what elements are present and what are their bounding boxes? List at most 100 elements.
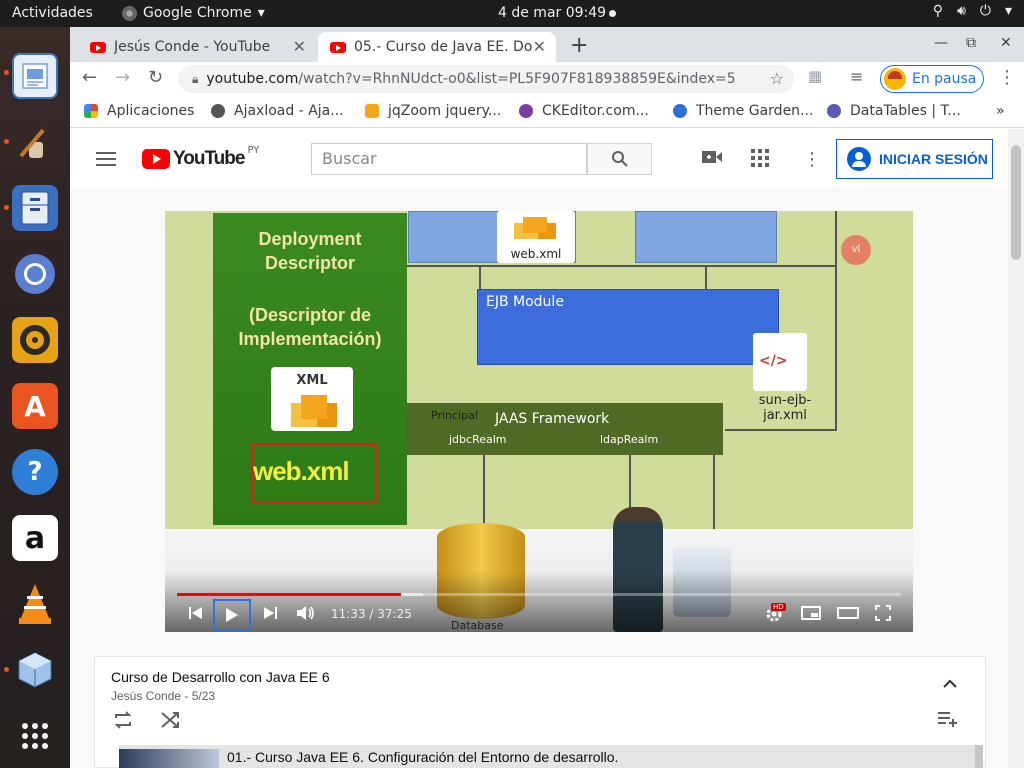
shuffle-icon[interactable] xyxy=(161,711,181,734)
theater-mode-icon[interactable] xyxy=(837,605,859,624)
close-icon[interactable]: ✕ xyxy=(533,37,546,56)
youtube-favicon-icon xyxy=(90,41,106,53)
search-input[interactable]: Buscar xyxy=(311,143,587,175)
running-indicator xyxy=(4,205,9,210)
minimize-button[interactable]: — xyxy=(934,35,948,51)
clock[interactable]: 4 de mar 09:49 xyxy=(498,5,617,21)
bookmark-theme-garden[interactable]: Theme Garden... xyxy=(673,103,813,119)
globe-icon xyxy=(211,104,225,118)
progress-bar[interactable] xyxy=(177,593,901,596)
bookmarks-bar: Aplicaciones Ajaxload - Aja... jqZoom jq… xyxy=(70,96,1024,128)
image-editor-icon[interactable] xyxy=(12,119,58,165)
chromium-icon[interactable] xyxy=(12,251,58,297)
system-top-bar: Actividades Google Chrome ▾ 4 de mar 09:… xyxy=(0,0,1024,27)
volume-icon[interactable] xyxy=(297,605,315,625)
previous-icon[interactable] xyxy=(189,605,203,624)
slide-connector xyxy=(479,265,481,289)
time-display: 11:33 / 37:25 xyxy=(331,607,412,621)
play-button[interactable] xyxy=(213,599,251,631)
amazon-icon[interactable]: a xyxy=(12,515,58,561)
system-tray[interactable]: ⚲ 🔊︎ ⏻ ▾ xyxy=(933,3,1012,19)
slide-connector xyxy=(713,455,715,535)
chevron-down-icon: ▾ xyxy=(257,5,265,21)
page-scrollbar[interactable] xyxy=(1008,129,1024,768)
video-player[interactable]: web.xml EJB Module </> sun-ejb-jar.xml J… xyxy=(165,211,913,632)
tab-curso-java[interactable]: 05.- Curso de Java EE. Do ✕ xyxy=(318,32,556,62)
lock-icon: 🔒︎ xyxy=(192,71,199,86)
xml-cubes-icon xyxy=(523,217,547,233)
extension-icon[interactable]: ▦ xyxy=(808,67,822,85)
hd-badge: HD xyxy=(771,603,786,611)
bookmark-star-icon[interactable]: ☆ xyxy=(770,69,784,88)
playlist-title[interactable]: Curso de Desarrollo con Java EE 6 xyxy=(111,669,330,685)
youtube-page: YouTube PY Buscar ⋮ INICIAR SESIÓN web.x… xyxy=(70,129,1024,768)
back-arrow-icon[interactable]: ← xyxy=(82,67,97,88)
xml-cubes-icon xyxy=(301,395,327,419)
playlist-scrollbar[interactable] xyxy=(975,745,983,768)
slide-title-line: Implementación) xyxy=(238,329,382,349)
running-indicator xyxy=(4,667,9,672)
country-code: PY xyxy=(247,144,260,156)
close-window-button[interactable]: ✕ xyxy=(1000,35,1012,51)
theme-garden-icon xyxy=(673,104,687,118)
slide-label: web.xml xyxy=(510,247,562,261)
activities-button[interactable]: Actividades xyxy=(12,5,93,21)
slide-label: Database xyxy=(451,619,504,632)
current-time: 11:33 xyxy=(331,607,366,621)
channel-watermark-icon[interactable]: vl xyxy=(841,235,871,265)
photo-viewer-icon[interactable] xyxy=(12,53,58,99)
slide-connector xyxy=(629,455,631,515)
software-store-icon[interactable]: A xyxy=(12,383,58,429)
new-tab-button[interactable]: + xyxy=(570,33,588,58)
slide-label: ldapRealm xyxy=(600,433,659,446)
browser-toolbar: ← → ↻ 🔒︎ youtube.com/watch?v=RhnNUdct-o0… xyxy=(70,62,1024,96)
slide-xml-file: web.xml xyxy=(497,211,575,263)
help-icon[interactable]: ? xyxy=(12,449,58,495)
chevron-up-icon[interactable] xyxy=(943,673,957,694)
miniplayer-icon[interactable] xyxy=(801,605,821,624)
profile-paused-button[interactable]: En pausa xyxy=(880,65,984,93)
vlc-icon[interactable] xyxy=(12,581,58,627)
file-manager-icon[interactable] xyxy=(12,185,58,231)
bookmarks-overflow-button[interactable]: » xyxy=(996,103,1005,119)
close-icon[interactable]: ✕ xyxy=(293,37,306,56)
bookmark-jqzoom[interactable]: jqZoom jquery... xyxy=(365,103,501,119)
url-host: youtube.com xyxy=(206,71,299,87)
fullscreen-icon[interactable] xyxy=(875,605,891,625)
loop-icon[interactable] xyxy=(113,711,133,734)
bookmark-label: jqZoom jquery... xyxy=(388,103,502,119)
next-icon[interactable] xyxy=(263,605,277,624)
virtualbox-icon[interactable] xyxy=(12,647,58,693)
save-playlist-icon[interactable] xyxy=(937,711,959,732)
youtube-masthead: YouTube PY Buscar ⋮ INICIAR SESIÓN xyxy=(70,129,1008,187)
bookmark-ajaxload[interactable]: Ajaxload - Aja... xyxy=(211,103,344,119)
media-controls-icon[interactable]: ≡ xyxy=(850,67,863,86)
address-bar[interactable]: 🔒︎ youtube.com/watch?v=RhnNUdct-o0&list=… xyxy=(178,65,794,93)
bookmark-ckeditor[interactable]: CKEditor.com... xyxy=(519,103,649,119)
bookmark-datatables[interactable]: DataTables | T... xyxy=(827,103,961,119)
maximize-button[interactable]: ⧉ xyxy=(966,35,976,51)
app-menu[interactable]: Google Chrome ▾ xyxy=(122,5,265,21)
apps-grid-icon[interactable] xyxy=(751,149,769,172)
bookmark-label: Ajaxload - Aja... xyxy=(234,103,344,119)
slide-title-line: Deployment xyxy=(258,229,362,249)
settings-more-icon[interactable]: ⋮ xyxy=(803,149,821,170)
slide-label: XML xyxy=(296,373,328,388)
music-player-icon[interactable] xyxy=(12,317,58,363)
forward-arrow-icon[interactable]: → xyxy=(115,67,130,88)
youtube-logo[interactable]: YouTube PY xyxy=(142,144,260,170)
playlist-item[interactable]: 01.- Curso Java EE 6. Configuración del … xyxy=(119,745,975,768)
tab-jesus-conde[interactable]: Jesús Conde - YouTube ✕ xyxy=(78,32,316,62)
create-video-icon[interactable] xyxy=(702,149,722,170)
signin-label: INICIAR SESIÓN xyxy=(879,151,988,167)
slide-box xyxy=(635,211,777,263)
app-grid-icon[interactable] xyxy=(12,713,58,759)
slide-code-file: </> xyxy=(753,333,807,391)
signin-button[interactable]: INICIAR SESIÓN xyxy=(836,139,993,179)
more-vertical-icon[interactable]: ⋮ xyxy=(998,67,1016,88)
scrollbar-thumb[interactable] xyxy=(1011,145,1021,260)
bookmark-apps[interactable]: Aplicaciones xyxy=(84,103,194,119)
reload-icon[interactable]: ↻ xyxy=(148,67,163,88)
search-button[interactable] xyxy=(587,143,652,175)
menu-hamburger-icon[interactable] xyxy=(96,152,116,166)
